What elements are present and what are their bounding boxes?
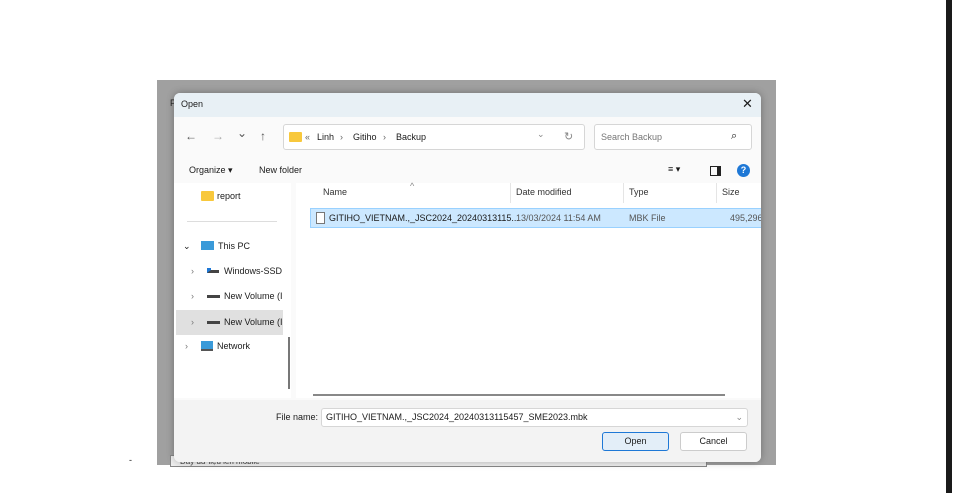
preview-pane-icon[interactable] [710,166,721,176]
sidebar-scrollbar[interactable] [288,337,290,389]
sidebar-item-label: New Volume (I [224,291,283,301]
sidebar-item-windows-ssd[interactable]: › Windows-SSD [174,260,291,282]
open-button[interactable]: Open [602,432,669,451]
chevron-down-icon[interactable]: ⌄ [537,129,545,140]
column-size[interactable]: Size [722,187,740,197]
help-icon[interactable]: ? [737,164,750,177]
sidebar-item-report[interactable]: report [174,185,291,207]
chevron-right-icon[interactable]: › [185,335,188,357]
file-name-label: File name: [276,412,319,422]
column-separator[interactable] [510,183,511,203]
column-separator[interactable] [716,183,717,203]
file-name: GITIHO_VIETNAM.,_JSC2024_20240313115... [329,213,519,223]
drive-icon [207,268,219,273]
sort-ascending-icon: ^ [410,181,415,191]
close-icon[interactable]: ✕ [742,96,753,112]
file-icon [316,212,325,224]
refresh-icon[interactable]: ↻ [564,130,573,143]
sidebar-item-label: report [217,191,241,201]
crumb-gitiho[interactable]: Gitiho [353,132,377,142]
horizontal-scrollbar[interactable] [313,394,725,396]
search-box[interactable]: Search Backup ⌕ [594,124,752,150]
file-size: 495,296 [730,213,761,223]
sidebar-item-label: Windows-SSD [224,266,283,276]
recent-locations-icon[interactable]: ⌄ [237,126,247,140]
sidebar-item-new-volume-selected[interactable]: › New Volume (I [176,310,283,335]
sidebar-item-label: New Volume (I [224,317,283,327]
file-name-value: GITIHO_VIETNAM.,_JSC2024_20240313115457_… [326,412,588,422]
file-row[interactable]: GITIHO_VIETNAM.,_JSC2024_20240313115... … [310,208,761,228]
organize-button[interactable]: Organize ▾ [189,165,233,176]
column-separator[interactable] [623,183,624,203]
chevron-right-icon[interactable]: › [191,260,194,282]
folder-icon [201,191,214,201]
cancel-button[interactable]: Cancel [680,432,747,451]
column-date-modified[interactable]: Date modified [516,187,572,197]
sidebar-item-label: This PC [218,241,251,251]
drive-icon [207,321,220,324]
divider [187,221,277,222]
column-type[interactable]: Type [629,187,649,197]
search-icon[interactable]: ⌕ [731,130,737,143]
folder-icon [289,132,302,142]
file-date: 13/03/2024 11:54 AM [516,213,601,223]
scrollbar [946,0,952,493]
chevron-right-icon[interactable]: › [191,285,194,307]
sidebar-item-new-volume[interactable]: › New Volume (I [174,285,291,307]
sidebar-item-this-pc[interactable]: ⌄ This PC [174,235,291,257]
crumb-linh[interactable]: Linh [317,132,334,142]
chevron-down-icon[interactable]: ⌄ [183,235,191,257]
open-dialog: Open ✕ ← → ⌄ ↑ « Linh › Gitiho › Backup … [174,93,761,462]
navigation-pane: report ⌄ This PC › Windows-SSD › New Vol… [174,183,291,398]
forward-icon[interactable]: → [212,129,224,143]
toolbar: Organize ▾ New folder ≡ ▾ ? [174,158,761,183]
file-name-input[interactable]: GITIHO_VIETNAM.,_JSC2024_20240313115457_… [321,408,748,427]
column-name[interactable]: Name [323,187,347,197]
background-dash: - [129,455,132,465]
network-icon [201,341,213,351]
chevron-right-icon: › [383,132,386,142]
sidebar-item-label: Network [217,341,251,351]
chevron-right-icon: › [340,132,343,142]
search-input[interactable]: Search Backup [601,132,662,142]
title-bar: Open ✕ [174,93,761,117]
dialog-footer: File name: GITIHO_VIETNAM.,_JSC2024_2024… [174,400,761,462]
computer-icon [201,241,214,250]
new-folder-button[interactable]: New folder [259,165,302,175]
file-list: Name ^ Date modified Type Size GITIHO_VI… [296,181,761,398]
file-type: MBK File [629,213,666,223]
chevron-right-icon[interactable]: › [191,310,194,335]
sidebar-item-network[interactable]: › Network [174,335,291,357]
chevron-down-icon[interactable]: ⌄ [735,409,743,426]
view-options-icon[interactable]: ≡ ▾ [668,164,680,175]
drive-icon [207,295,220,298]
overflow-icon[interactable]: « [305,132,310,142]
dialog-title: Open [181,99,204,109]
up-icon[interactable]: ↑ [260,129,266,143]
crumb-backup[interactable]: Backup [396,132,426,142]
back-icon[interactable]: ← [185,129,197,143]
address-bar[interactable]: « Linh › Gitiho › Backup ⌄ ↻ [283,124,585,150]
